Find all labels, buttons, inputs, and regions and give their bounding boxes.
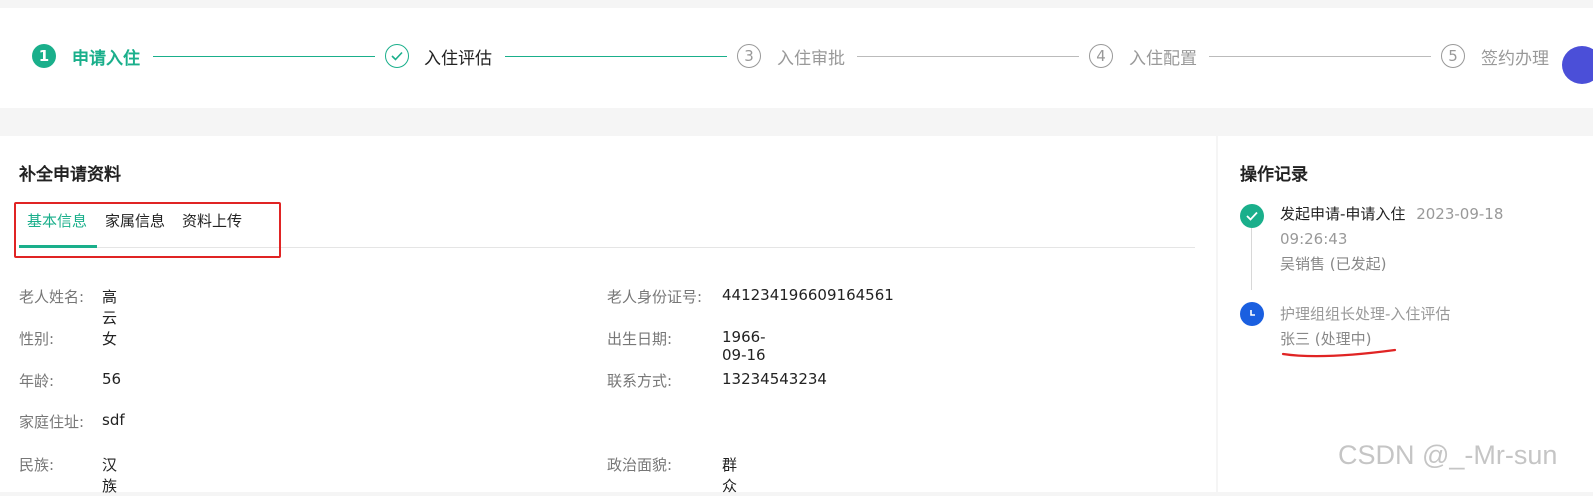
- step-number-4: 4: [1089, 44, 1113, 68]
- main-panel: 补全申请资料 基本信息 家属信息 资料上传 老人姓名: 高云 性别: 女 年龄:…: [0, 136, 1216, 495]
- step-configure[interactable]: 4 入住配置: [1089, 42, 1197, 70]
- step-number-5: 5: [1441, 44, 1465, 68]
- steps-bar: 1 申请入住 入住评估 3 入住审批 4 入住配置 5 签约办理: [0, 0, 1593, 108]
- tab-file-upload[interactable]: 资料上传: [182, 210, 242, 231]
- record-operator: 吴销售 (已发起): [1280, 255, 1387, 273]
- tab-family-info[interactable]: 家属信息: [105, 210, 165, 231]
- field-address: 家庭住址: sdf: [19, 411, 125, 432]
- field-value: 女: [102, 330, 118, 348]
- step-apply[interactable]: 1 申请入住: [32, 42, 140, 70]
- field-value: 汉族: [102, 456, 118, 495]
- record-item: 发起申请-申请入住 2023-09-18 09:26:43 吴销售 (已发起): [1280, 202, 1580, 277]
- field-value: 1966-09-16: [722, 328, 766, 364]
- field-value: 441234196609164561: [722, 286, 894, 304]
- field-phone: 联系方式: 13234543234: [607, 370, 827, 391]
- field-ethnicity: 民族: 汉族: [19, 454, 117, 495]
- step-label: 入住评估: [424, 48, 492, 69]
- step-number-3: 3: [737, 44, 761, 68]
- field-birth-date: 出生日期: 1966-09-16: [607, 328, 766, 364]
- step-label: 入住配置: [1129, 48, 1197, 69]
- field-id-number: 老人身份证号: 441234196609164561: [607, 286, 894, 307]
- step-sign[interactable]: 5 签约办理: [1441, 42, 1549, 70]
- clock-icon: [1240, 302, 1264, 326]
- tab-active-indicator: [19, 245, 97, 248]
- field-label: 联系方式:: [607, 372, 673, 390]
- field-gender: 性别: 女: [19, 328, 117, 349]
- step-approve[interactable]: 3 入住审批: [737, 42, 845, 70]
- field-age: 年龄: 56: [19, 370, 121, 391]
- side-title: 操作记录: [1240, 165, 1308, 185]
- operation-record-panel: 操作记录 发起申请-申请入住 2023-09-18 09:26:43 吴销售 (…: [1218, 136, 1593, 492]
- avatar[interactable]: [1562, 46, 1593, 84]
- step-label: 签约办理: [1481, 48, 1549, 69]
- step-label: 入住审批: [777, 48, 845, 69]
- timeline-connector: [1251, 228, 1252, 290]
- step-label: 申请入住: [72, 48, 140, 69]
- tab-basic-info[interactable]: 基本信息: [27, 210, 87, 231]
- field-value: sdf: [102, 411, 125, 429]
- field-label: 性别:: [19, 330, 55, 348]
- step-connector: [857, 56, 1079, 57]
- field-political-status: 政治面貌: 群众: [607, 454, 737, 495]
- field-label: 出生日期:: [607, 330, 673, 348]
- field-value: 13234543234: [722, 370, 827, 388]
- page-title: 补全申请资料: [19, 165, 121, 185]
- field-label: 老人姓名:: [19, 288, 85, 306]
- tab-bar: 基本信息 家属信息 资料上传: [19, 202, 1195, 248]
- field-label: 老人身份证号:: [607, 288, 703, 306]
- field-value: 高云: [102, 288, 118, 327]
- step-assess[interactable]: 入住评估: [385, 42, 492, 70]
- watermark: CSDN @_-Mr-sun: [1338, 440, 1558, 470]
- handwritten-underline: [1281, 348, 1397, 358]
- field-label: 民族:: [19, 456, 55, 474]
- record-time: 09:26:43: [1280, 230, 1348, 248]
- field-label: 年龄:: [19, 372, 55, 390]
- step-connector: [505, 56, 727, 57]
- check-circle-icon: [1240, 204, 1264, 228]
- field-name: 老人姓名: 高云: [19, 286, 117, 327]
- record-time: 2023-09-18: [1416, 205, 1504, 223]
- step-connector: [1209, 56, 1431, 57]
- field-value: 56: [102, 370, 122, 388]
- record-title: 发起申请-申请入住: [1280, 205, 1406, 223]
- check-icon: [385, 44, 409, 68]
- field-label: 政治面貌:: [607, 456, 673, 474]
- step-number-1: 1: [32, 44, 56, 68]
- step-connector: [153, 56, 375, 57]
- record-title: 护理组组长处理-入住评估: [1280, 305, 1451, 323]
- field-label: 家庭住址:: [19, 413, 85, 431]
- field-value: 群众: [722, 456, 738, 495]
